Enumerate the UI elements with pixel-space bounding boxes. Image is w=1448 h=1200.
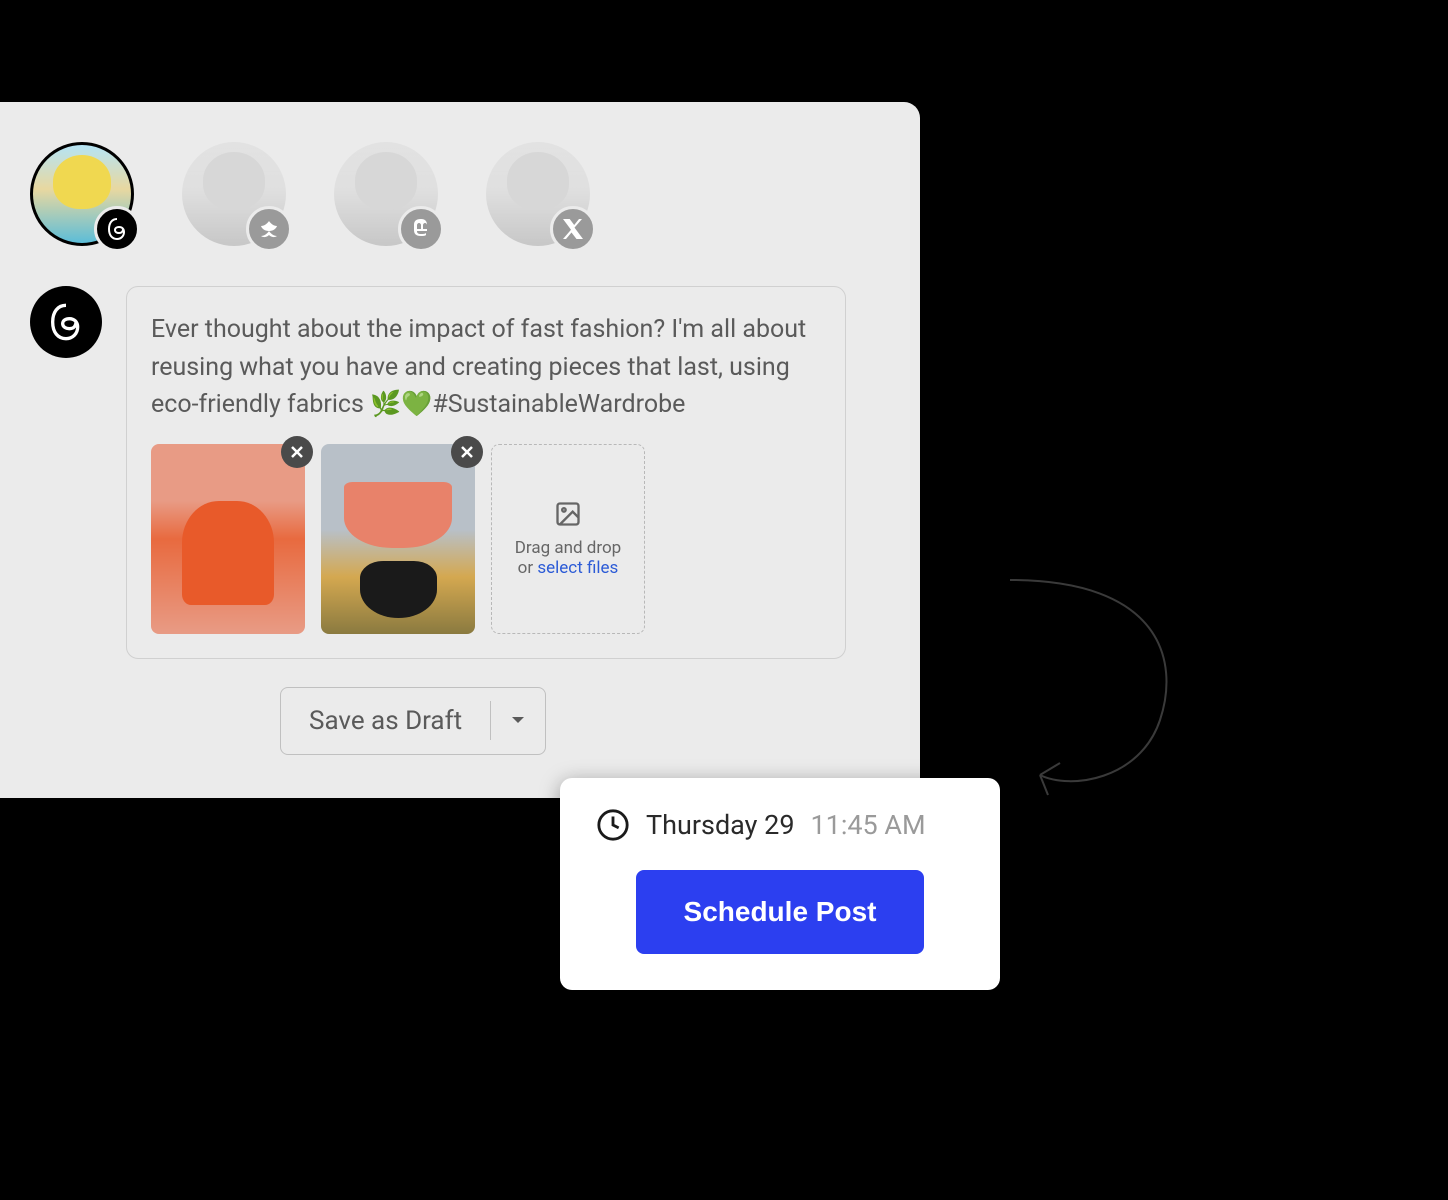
compose-row: Ever thought about the impact of fast fa… <box>30 286 890 659</box>
mastodon-icon <box>398 206 444 252</box>
file-dropzone[interactable]: Drag and drop or select files <box>491 444 645 634</box>
remove-attachment-button[interactable] <box>281 436 313 468</box>
save-draft-label: Save as Draft <box>281 688 490 754</box>
account-bluesky[interactable] <box>182 142 286 246</box>
threads-icon <box>94 206 140 252</box>
schedule-date: Thursday 29 <box>646 809 795 841</box>
account-selector-row <box>30 142 890 246</box>
close-icon <box>460 445 474 459</box>
save-draft-button[interactable]: Save as Draft <box>280 687 546 755</box>
schedule-card: Thursday 29 11:45 AM Schedule Post <box>560 778 1000 990</box>
x-icon <box>550 206 596 252</box>
save-draft-dropdown[interactable] <box>491 688 545 754</box>
post-text[interactable]: Ever thought about the impact of fast fa… <box>151 311 821 424</box>
schedule-datetime[interactable]: Thursday 29 11:45 AM <box>596 808 964 842</box>
account-threads[interactable] <box>30 142 134 246</box>
close-icon <box>290 445 304 459</box>
attachment-thumb[interactable] <box>151 444 305 634</box>
image-icon <box>554 500 582 528</box>
bluesky-icon <box>246 206 292 252</box>
compose-panel: Ever thought about the impact of fast fa… <box>0 102 920 798</box>
schedule-post-button[interactable]: Schedule Post <box>636 870 925 954</box>
attachment-image <box>151 444 305 634</box>
threads-icon <box>30 286 102 358</box>
schedule-time: 11:45 AM <box>811 809 926 841</box>
attachments: Drag and drop or select files <box>151 444 821 634</box>
chevron-down-icon <box>511 716 525 726</box>
attachment-thumb[interactable] <box>321 444 475 634</box>
remove-attachment-button[interactable] <box>451 436 483 468</box>
account-mastodon[interactable] <box>334 142 438 246</box>
clock-icon <box>596 808 630 842</box>
dropzone-text: Drag and drop or select files <box>515 538 621 578</box>
compose-box: Ever thought about the impact of fast fa… <box>126 286 846 659</box>
select-files-link[interactable]: select files <box>537 558 618 578</box>
arrow-decoration <box>980 560 1200 840</box>
account-x[interactable] <box>486 142 590 246</box>
attachment-image <box>321 444 475 634</box>
actions-row: Save as Draft <box>280 687 890 755</box>
